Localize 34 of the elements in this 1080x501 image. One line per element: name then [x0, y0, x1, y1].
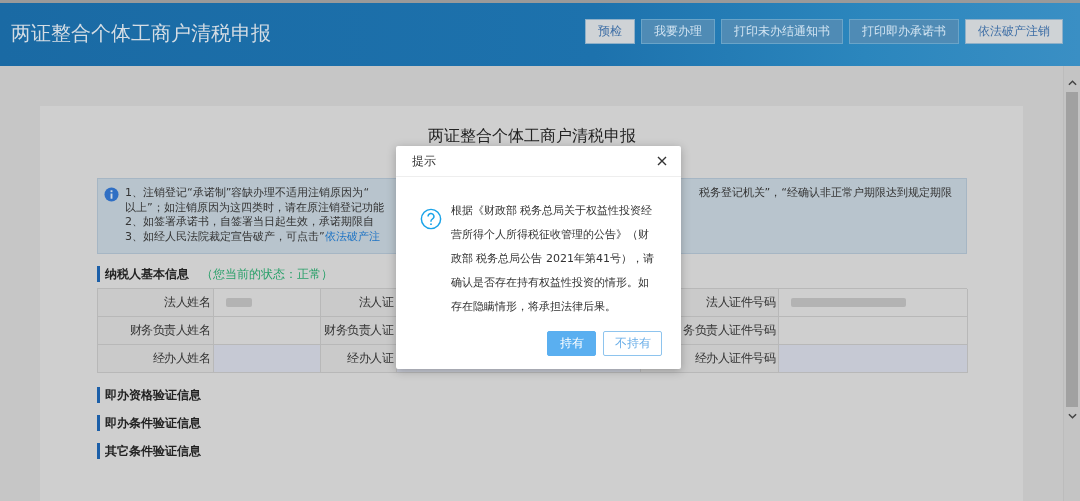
page-title: 两证整合个体工商户清税申报 — [427, 126, 637, 147]
field-label: 法人证 — [321, 289, 397, 317]
info-icon — [104, 187, 119, 202]
field-label: 经办人姓名 — [98, 345, 214, 373]
dialog-title: 提示 — [412, 152, 436, 170]
redacted-value — [226, 298, 252, 307]
notice-text: 税务登记机关”，“经确认非正常户期限达到规定期限 — [698, 186, 952, 201]
section-heading: 即办条件验证信息 — [105, 414, 201, 432]
scrollbar[interactable] — [1063, 66, 1080, 501]
input-field[interactable] — [214, 345, 321, 373]
notice-text: 以上”；如注销原因为这四类时，请在原注销登记功能 — [125, 200, 384, 215]
field-label: 经办人证 — [321, 345, 397, 373]
toolbar-button[interactable]: 预检 — [585, 19, 635, 44]
notice-text: 1、注销登记“承诺制”容缺办理不适用注销原因为“ — [125, 186, 370, 201]
question-icon — [420, 208, 442, 230]
notice-text: 2、如签署承诺书，自签署当日起生效，承诺期限自 — [125, 215, 374, 230]
input-field[interactable] — [779, 345, 968, 373]
cancel-button[interactable]: 不持有 — [603, 331, 662, 356]
status-text: （您当前的状态：正常） — [201, 265, 333, 283]
scroll-down-icon[interactable] — [1067, 413, 1077, 419]
section-heading: 纳税人基本信息 — [105, 265, 189, 283]
section-heading: 即办资格验证信息 — [105, 386, 201, 404]
field-label: 财务负责人姓名 — [98, 317, 214, 345]
field-label: 法人姓名 — [98, 289, 214, 317]
scroll-up-icon[interactable] — [1067, 80, 1077, 86]
bankruptcy-link[interactable]: 依法破产注 — [324, 229, 380, 243]
section-heading: 其它条件验证信息 — [105, 442, 201, 460]
confirm-button[interactable]: 持有 — [547, 331, 596, 356]
close-icon[interactable] — [657, 156, 667, 166]
field-label: 财务负责人证 — [321, 317, 397, 345]
scrollbar-thumb[interactable] — [1066, 92, 1078, 407]
app-title: 两证整合个体工商户清税申报 — [11, 20, 271, 47]
toolbar-button[interactable]: 依法破产注销 — [965, 19, 1063, 44]
notice-text: 3、如经人民法院裁定宣告破产，可点击”依法破产注 — [125, 229, 380, 244]
